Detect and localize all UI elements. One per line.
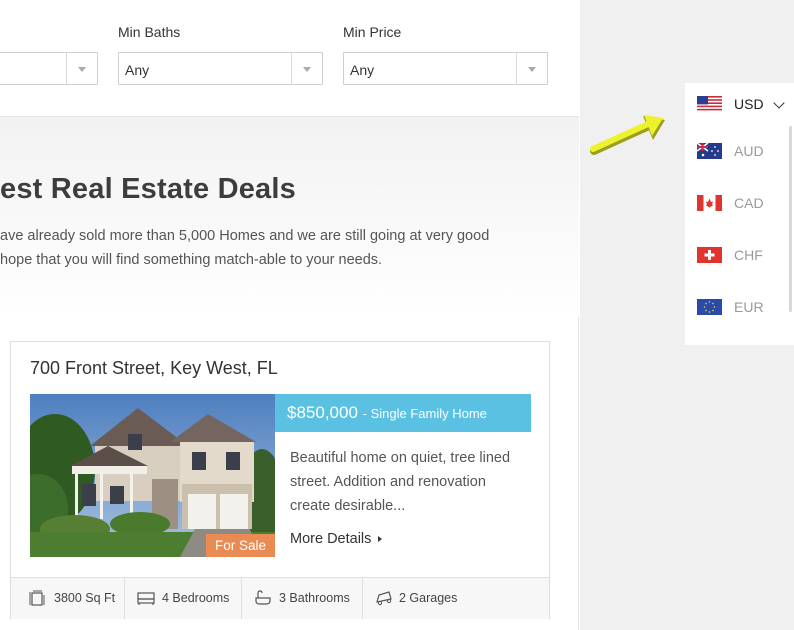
caret-right-icon: [378, 536, 383, 543]
chevron-down-icon: [773, 97, 785, 109]
more-details-link[interactable]: More Details: [290, 531, 383, 547]
stat-garages: 2 Garages: [363, 578, 549, 619]
currency-option-aud[interactable]: AUD: [685, 131, 794, 183]
dropdown-arrow-icon: [516, 53, 547, 84]
currency-code: AUD: [734, 143, 764, 159]
for-sale-badge: For Sale: [205, 534, 275, 557]
garages-text: 2 Garages: [399, 591, 458, 605]
dropdown-arrow-icon: [66, 53, 97, 84]
description-line: street. Addition and renovation: [290, 474, 486, 490]
property-address[interactable]: 700 Front Street, Key West, FL: [30, 358, 278, 379]
currency-selected[interactable]: USD: [685, 83, 794, 135]
currency-code: USD: [734, 96, 764, 112]
property-card: 700 Front Street, Key West, FL For Sale …: [10, 341, 550, 619]
min-baths-label: Min Baths: [118, 24, 181, 40]
stat-bathrooms: 3 Bathrooms: [242, 578, 363, 619]
eu-flag-icon: [697, 299, 722, 315]
price: $850,000: [287, 403, 358, 422]
hero-title: est Real Estate Deals: [0, 173, 296, 205]
property-stats: 3800 Sq Ft 4 Bedrooms 3 Bathrooms 2 Gara…: [11, 577, 549, 619]
australia-flag-icon: [697, 143, 722, 159]
pointer-arrow-icon: [590, 115, 665, 155]
currency-option-chf[interactable]: CHF: [685, 235, 794, 287]
description-line: Beautiful home on quiet, tree lined: [290, 450, 511, 466]
search-filters: Min Baths Any Min Price Any: [0, 0, 579, 117]
page: Min Baths Any Min Price Any est Real Est…: [0, 0, 794, 630]
car-icon: [376, 591, 392, 606]
description-line: create desirable...: [290, 498, 406, 514]
min-price-select[interactable]: Any: [343, 52, 548, 85]
currency-option-cad[interactable]: CAD: [685, 183, 794, 235]
currency-switcher: USD AUD CAD CHF EUR: [685, 83, 794, 345]
currency-code: CAD: [734, 195, 764, 211]
hero-text-line: ave already sold more than 5,000 Homes a…: [0, 228, 490, 244]
hero-section: est Real Estate Deals ave already sold m…: [0, 117, 579, 317]
min-price-value: Any: [350, 62, 375, 78]
min-baths-value: Any: [125, 62, 150, 78]
bed-icon: [137, 592, 155, 605]
property-photo[interactable]: For Sale: [30, 394, 275, 557]
bathtub-icon: [255, 590, 271, 605]
canada-flag-icon: [697, 195, 722, 211]
min-price-label: Min Price: [343, 24, 402, 40]
hero-text-line: hope that you will find something match-…: [0, 252, 383, 268]
bathrooms-text: 3 Bathrooms: [279, 591, 350, 605]
min-baths-select[interactable]: Any: [118, 52, 323, 85]
house-image: [30, 394, 275, 557]
main-content: Min Baths Any Min Price Any est Real Est…: [0, 0, 579, 630]
price-bar: $850,000 - Single Family Home: [275, 394, 531, 432]
area-text: 3800 Sq Ft: [54, 591, 116, 605]
partial-filter-select[interactable]: [0, 52, 98, 85]
switzerland-flag-icon: [697, 247, 722, 263]
more-details-label: More Details: [290, 531, 372, 547]
dropdown-arrow-icon: [291, 53, 322, 84]
property-type: - Single Family Home: [362, 406, 487, 421]
currency-scrollbar[interactable]: [789, 126, 792, 312]
stat-bedrooms: 4 Bedrooms: [125, 578, 242, 619]
area-icon: [29, 590, 45, 606]
currency-code: CHF: [734, 247, 763, 263]
bedrooms-text: 4 Bedrooms: [162, 591, 230, 605]
stat-area: 3800 Sq Ft: [11, 578, 125, 619]
currency-code: EUR: [734, 299, 764, 315]
currency-option-eur[interactable]: EUR: [685, 287, 794, 339]
us-flag-icon: [697, 96, 722, 112]
